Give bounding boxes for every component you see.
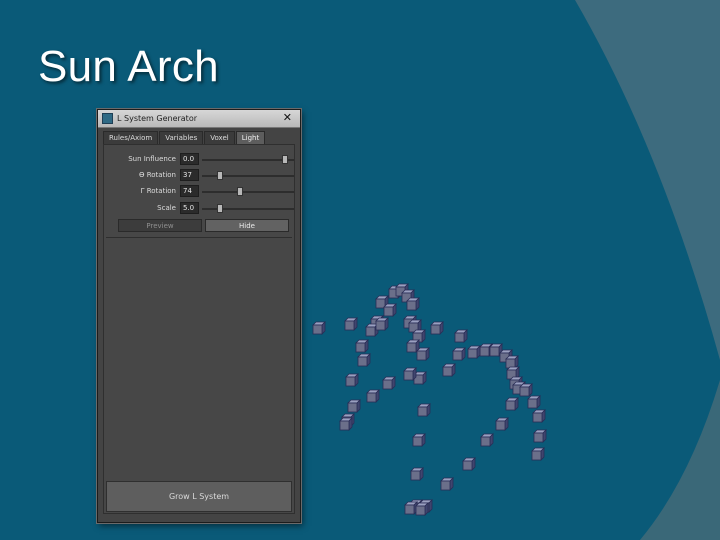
theta-rotation-slider-thumb[interactable] bbox=[217, 171, 224, 180]
slide-title: Sun Arch bbox=[38, 42, 219, 91]
hide-button[interactable]: Hide bbox=[205, 219, 289, 232]
sun-influence-row: Sun Influence 0.0 bbox=[104, 153, 296, 167]
theta-rotation-label: Ɵ Rotation bbox=[138, 171, 176, 179]
tab-bar: Rules/Axiom Variables Voxel Light bbox=[103, 131, 266, 144]
sun-influence-field[interactable]: 0.0 bbox=[180, 153, 199, 165]
grow-l-system-button[interactable]: Grow L System bbox=[106, 481, 292, 512]
sun-influence-slider[interactable] bbox=[202, 155, 294, 164]
scale-row: Scale 5.0 bbox=[104, 202, 296, 216]
window-title: L System Generator bbox=[117, 114, 197, 123]
sun-influence-slider-thumb[interactable] bbox=[281, 155, 288, 164]
scale-label: Scale bbox=[157, 204, 176, 212]
gamma-rotation-slider-thumb[interactable] bbox=[236, 187, 243, 196]
tab-rules-axiom[interactable]: Rules/Axiom bbox=[103, 131, 159, 144]
theta-rotation-field[interactable]: 37 bbox=[180, 169, 199, 181]
sun-influence-label: Sun Influence bbox=[128, 155, 176, 163]
gamma-rotation-row: Γ Rotation 74 bbox=[104, 185, 296, 199]
theta-rotation-row: Ɵ Rotation 37 bbox=[104, 169, 296, 183]
theta-rotation-slider[interactable] bbox=[202, 171, 294, 180]
app-icon bbox=[102, 113, 113, 124]
tab-light[interactable]: Light bbox=[235, 131, 266, 144]
close-icon[interactable]: ✕ bbox=[283, 111, 292, 124]
tab-voxel[interactable]: Voxel bbox=[204, 131, 235, 144]
gamma-rotation-slider[interactable] bbox=[202, 187, 294, 196]
window-titlebar[interactable]: L System Generator ✕ bbox=[98, 110, 300, 128]
panel-divider bbox=[106, 237, 292, 238]
tab-variables[interactable]: Variables bbox=[159, 131, 204, 144]
scale-field[interactable]: 5.0 bbox=[180, 202, 199, 214]
l-system-generator-window: L System Generator ✕ Rules/Axiom Variabl… bbox=[97, 109, 301, 523]
preview-button[interactable]: Preview bbox=[118, 219, 202, 232]
gamma-rotation-label: Γ Rotation bbox=[140, 187, 176, 195]
light-panel: Sun Influence 0.0 Ɵ Rotation 37 Γ Rotati… bbox=[103, 144, 295, 514]
scale-slider[interactable] bbox=[202, 204, 294, 213]
gamma-rotation-field[interactable]: 74 bbox=[180, 185, 199, 197]
scale-slider-thumb[interactable] bbox=[217, 204, 224, 213]
